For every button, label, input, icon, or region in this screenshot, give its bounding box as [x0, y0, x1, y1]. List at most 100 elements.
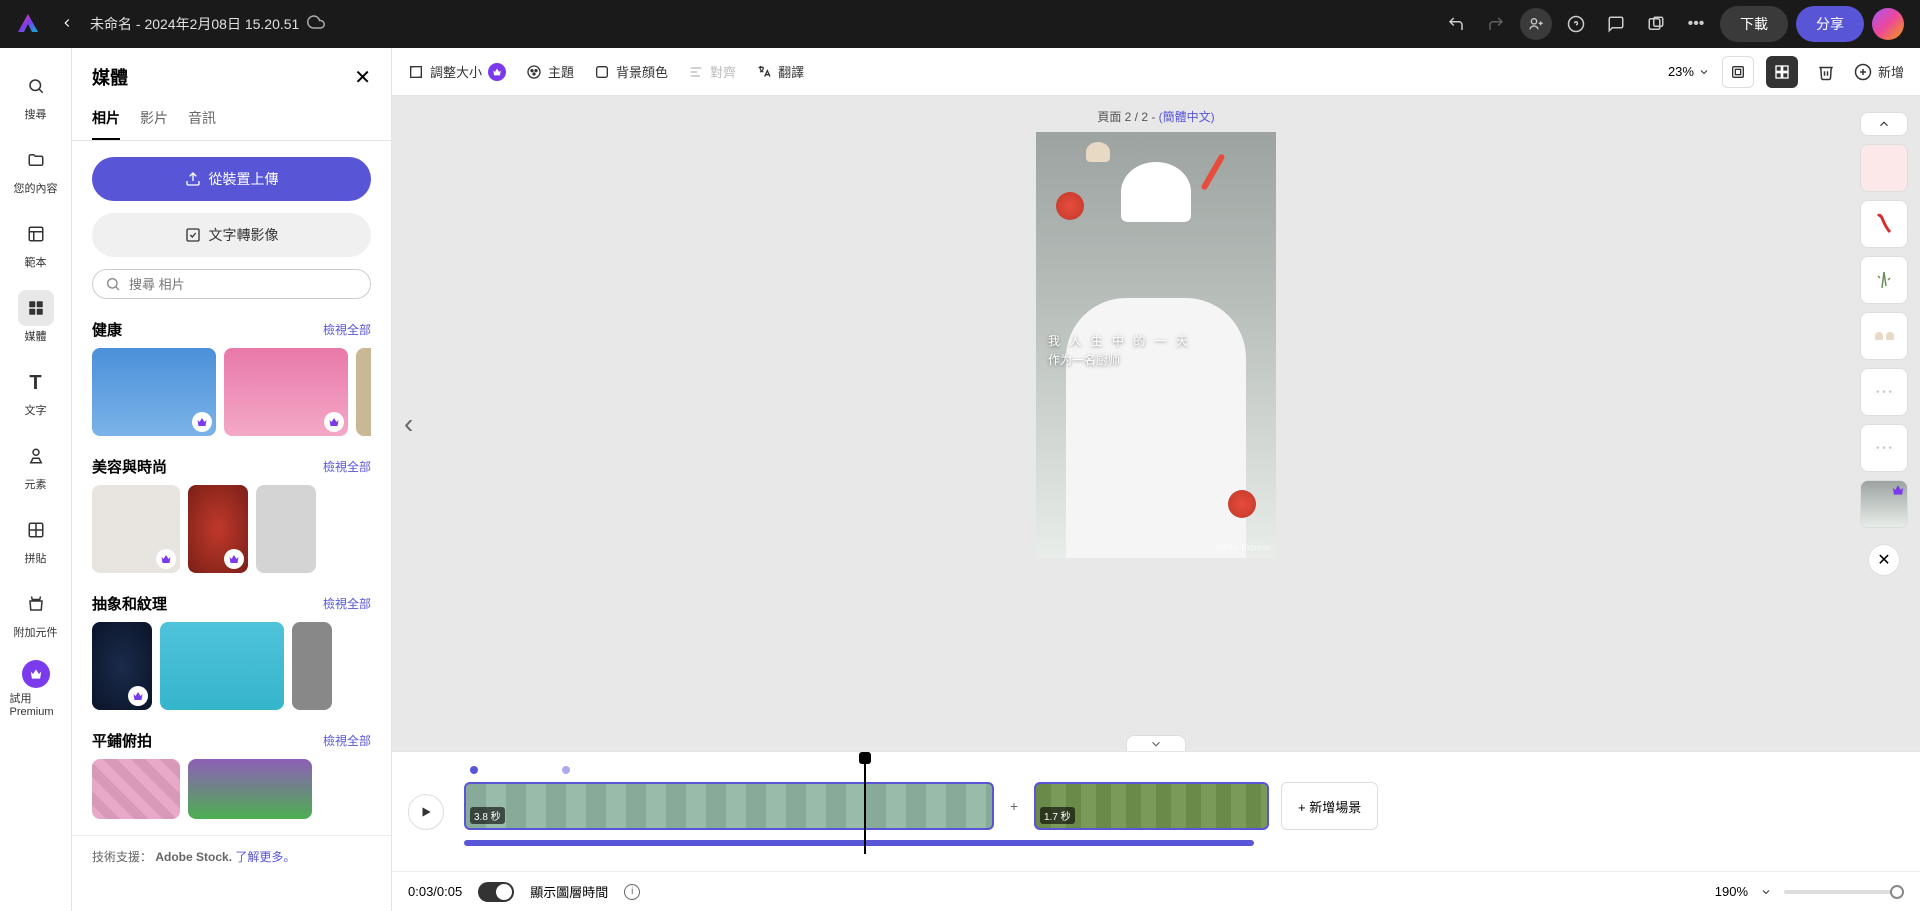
tab-photos[interactable]: 相片 [92, 98, 120, 140]
layer-thumb[interactable] [1860, 200, 1908, 248]
share-button[interactable]: 分享 [1796, 6, 1864, 42]
playhead[interactable] [864, 758, 866, 854]
timeline-track[interactable]: 3.8 秒 + 1.7 秒 + 新增場景 [464, 764, 1904, 854]
view-all-beauty[interactable]: 檢視全部 [323, 458, 371, 475]
chevron-down-icon[interactable] [1760, 886, 1772, 898]
invite-button[interactable] [1520, 8, 1552, 40]
show-layers-toggle[interactable] [478, 882, 514, 902]
comment-button[interactable] [1600, 8, 1632, 40]
resize-tool[interactable]: 調整大小 [408, 62, 506, 81]
more-button[interactable]: ••• [1680, 8, 1712, 40]
view-all-flatlay[interactable]: 檢視全部 [323, 732, 371, 749]
photo-thumb[interactable] [92, 348, 216, 436]
help-button[interactable] [1560, 8, 1592, 40]
prev-page-button[interactable]: ‹ [404, 408, 413, 440]
timeline-clip-1[interactable]: 3.8 秒 [464, 782, 994, 830]
media-icon [27, 299, 45, 320]
collapse-layers-button[interactable] [1860, 112, 1908, 136]
rail-media[interactable]: 媒體 [6, 282, 66, 352]
photo-thumb[interactable] [160, 622, 284, 710]
close-layers-button[interactable]: ✕ [1868, 544, 1900, 576]
rail-grids[interactable]: 拼貼 [6, 504, 66, 574]
show-layers-label: 顯示圖層時間 [530, 882, 608, 901]
photo-thumb[interactable] [188, 759, 312, 819]
layer-thumb[interactable] [1860, 144, 1908, 192]
theme-tool[interactable]: 主題 [526, 62, 574, 81]
main-area: 調整大小 主題 背景顔色 對齊 翻譯 23% 新增 頁面 2 / 2 - (簡體… [392, 48, 1920, 911]
undo-button[interactable] [1440, 8, 1472, 40]
photo-thumb[interactable] [356, 348, 371, 436]
document-title[interactable]: 未命名 - 2024年2月08日 15.20.51 [90, 14, 299, 34]
premium-pill-icon [488, 63, 506, 81]
delete-button[interactable] [1810, 56, 1842, 88]
premium-badge-icon [128, 686, 148, 706]
timeline-clip-2[interactable]: 1.7 秒 [1034, 782, 1269, 830]
redo-button[interactable] [1480, 8, 1512, 40]
timeline-marker[interactable] [470, 766, 478, 774]
page-language-link[interactable]: (簡體中文) [1159, 110, 1215, 124]
text-to-image-button[interactable]: 文字轉影像 [92, 213, 371, 257]
info-icon[interactable]: i [624, 884, 640, 900]
bgcolor-tool[interactable]: 背景顔色 [594, 62, 668, 81]
canvas-area[interactable]: 頁面 2 / 2 - (簡體中文) ‹ 我 人 生 中 的 一 天 作为一名厨师… [392, 96, 1920, 751]
media-search-box[interactable] [92, 269, 371, 299]
elements-icon [27, 447, 45, 468]
app-logo[interactable] [16, 12, 40, 36]
rail-your-stuff[interactable]: 您的內容 [6, 134, 66, 204]
cloud-sync-icon[interactable] [307, 13, 325, 36]
add-between-button[interactable]: + [1006, 798, 1022, 814]
photo-thumb[interactable] [292, 622, 332, 710]
photo-thumb[interactable] [256, 485, 316, 573]
timeline-scrollbar[interactable] [464, 840, 1254, 846]
layer-thumb[interactable] [1860, 256, 1908, 304]
photo-thumb[interactable] [92, 622, 152, 710]
left-nav-rail: 搜尋 您的內容 範本 媒體 T文字 元素 拼貼 附加元件 試用 Premium [0, 48, 72, 911]
present-button[interactable] [1640, 8, 1672, 40]
add-scene-button[interactable]: + 新增場景 [1281, 782, 1378, 830]
media-search-input[interactable] [129, 277, 358, 292]
tomato-sticker[interactable] [1056, 192, 1084, 220]
design-canvas[interactable]: 我 人 生 中 的 一 天 作为一名厨师 Adobe Express [1036, 132, 1276, 558]
timeline-zoom-slider[interactable] [1784, 890, 1904, 894]
download-button[interactable]: 下載 [1720, 6, 1788, 42]
folder-icon [27, 151, 45, 172]
view-mode-1[interactable] [1722, 56, 1754, 88]
grids-icon [27, 521, 45, 542]
back-button[interactable] [52, 12, 82, 37]
photo-thumb[interactable] [92, 759, 180, 819]
learn-more-link[interactable]: 了解更多。 [235, 850, 295, 864]
view-all-abstract[interactable]: 檢視全部 [323, 595, 371, 612]
canvas-text-block[interactable]: 我 人 生 中 的 一 天 作为一名厨师 [1048, 332, 1191, 368]
translate-tool[interactable]: 翻譯 [756, 62, 804, 81]
photo-thumb[interactable] [224, 348, 348, 436]
view-mode-2[interactable] [1766, 56, 1798, 88]
add-page-button[interactable]: 新增 [1854, 62, 1904, 81]
canvas-zoom[interactable]: 23% [1668, 64, 1710, 79]
tomato-sticker[interactable] [1228, 490, 1256, 518]
rail-text[interactable]: T文字 [6, 356, 66, 426]
addons-icon [27, 595, 45, 616]
rail-premium[interactable]: 試用 Premium [6, 652, 66, 726]
rail-elements[interactable]: 元素 [6, 430, 66, 500]
rail-search[interactable]: 搜尋 [6, 60, 66, 130]
play-button[interactable] [408, 794, 444, 830]
collapse-timeline-button[interactable] [1126, 735, 1186, 751]
tab-audio[interactable]: 音訊 [188, 98, 216, 140]
rail-addons[interactable]: 附加元件 [6, 578, 66, 648]
timeline-marker[interactable] [562, 766, 570, 774]
mushroom-sticker[interactable] [1086, 142, 1110, 162]
layer-thumb[interactable] [1860, 480, 1908, 528]
upload-button[interactable]: 從裝置上傳 [92, 157, 371, 201]
layer-thumb[interactable]: • • • [1860, 368, 1908, 416]
photo-thumb[interactable] [188, 485, 248, 573]
layer-thumb[interactable] [1860, 312, 1908, 360]
rail-templates[interactable]: 範本 [6, 208, 66, 278]
user-avatar[interactable] [1872, 8, 1904, 40]
photo-thumb[interactable] [92, 485, 180, 573]
tab-videos[interactable]: 影片 [140, 98, 168, 140]
premium-badge-icon [324, 412, 344, 432]
chevron-down-icon [1698, 66, 1710, 78]
view-all-health[interactable]: 檢視全部 [323, 321, 371, 338]
layer-thumb[interactable]: • • • [1860, 424, 1908, 472]
close-panel-button[interactable]: ✕ [354, 65, 371, 90]
